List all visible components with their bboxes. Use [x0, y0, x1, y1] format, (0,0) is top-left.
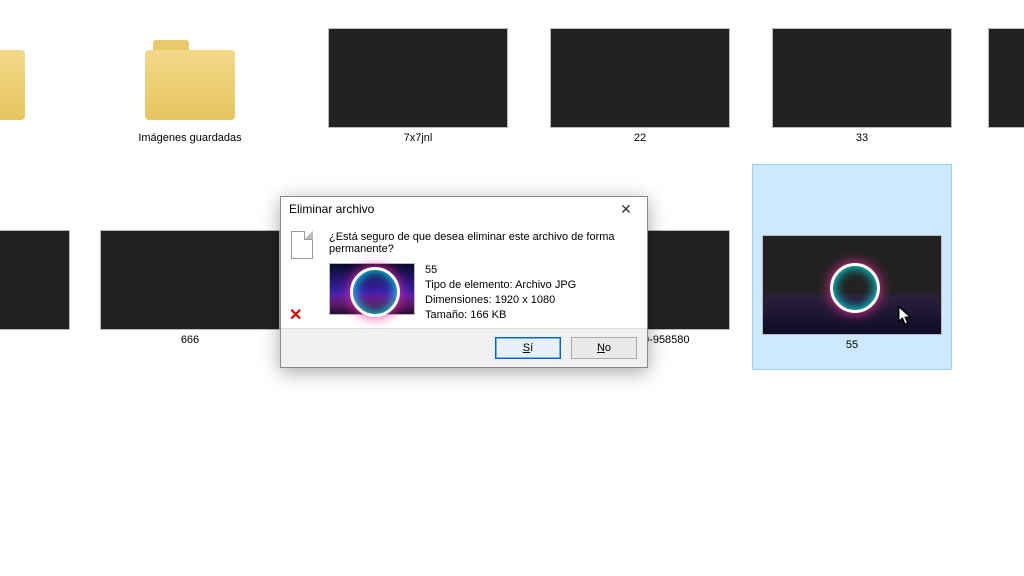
image-item[interactable]: 7x7jnl — [318, 28, 518, 145]
image-thumbnail — [0, 230, 70, 330]
image-item[interactable] — [0, 230, 80, 334]
folder-icon — [100, 28, 280, 128]
no-button-mnemonic: N — [597, 342, 605, 354]
folder-item[interactable]: Imágenes guardadas — [90, 28, 290, 145]
image-item[interactable]: 33 — [762, 28, 962, 145]
image-thumbnail — [772, 28, 952, 128]
item-caption: 22 — [540, 132, 740, 145]
item-caption: 55 — [757, 339, 947, 352]
close-icon: ✕ — [620, 201, 632, 218]
yes-button[interactable]: Sí — [495, 337, 561, 359]
dialog-question: ¿Está seguro de que desea eliminar este … — [329, 231, 635, 255]
dialog-file-name: 55 — [425, 263, 576, 278]
dialog-title: Eliminar archivo — [289, 202, 374, 216]
yes-button-rest: í — [530, 342, 533, 354]
item-caption: 666 — [90, 334, 290, 347]
dialog-file-type: Tipo de elemento: Archivo JPG — [425, 278, 576, 293]
item-caption: Imágenes guardadas — [90, 132, 290, 145]
dialog-warning-icon: ✕ — [291, 231, 319, 322]
dialog-button-row: Sí No — [281, 328, 647, 367]
folder-icon — [0, 28, 70, 128]
image-thumbnail — [988, 28, 1024, 128]
image-item[interactable] — [980, 28, 1024, 132]
folder-item[interactable]: a — [0, 28, 80, 145]
dialog-titlebar[interactable]: Eliminar archivo ✕ — [281, 197, 647, 221]
image-item[interactable]: 22 — [540, 28, 740, 145]
dialog-file-meta: 55 Tipo de elemento: Archivo JPG Dimensi… — [425, 263, 576, 322]
image-item[interactable]: 666 — [90, 230, 290, 347]
image-thumbnail — [762, 235, 942, 335]
dialog-preview-thumbnail — [329, 263, 415, 315]
no-button-rest: o — [605, 342, 611, 354]
item-caption: 33 — [762, 132, 962, 145]
item-caption: 7x7jnl — [318, 132, 518, 145]
image-item-selected[interactable]: 55 — [752, 164, 952, 370]
image-thumbnail — [100, 230, 280, 330]
dialog-file-dimensions: Dimensiones: 1920 x 1080 — [425, 293, 576, 308]
delete-x-icon: ✕ — [289, 308, 302, 324]
image-thumbnail — [328, 28, 508, 128]
dialog-file-size: Tamaño: 166 KB — [425, 308, 576, 323]
dialog-body: ✕ ¿Está seguro de que desea eliminar est… — [281, 221, 647, 328]
close-button[interactable]: ✕ — [611, 199, 641, 219]
item-caption: a — [0, 132, 80, 145]
no-button[interactable]: No — [571, 337, 637, 359]
image-thumbnail — [550, 28, 730, 128]
delete-file-dialog: Eliminar archivo ✕ ✕ ¿Está seguro de que… — [280, 196, 648, 368]
